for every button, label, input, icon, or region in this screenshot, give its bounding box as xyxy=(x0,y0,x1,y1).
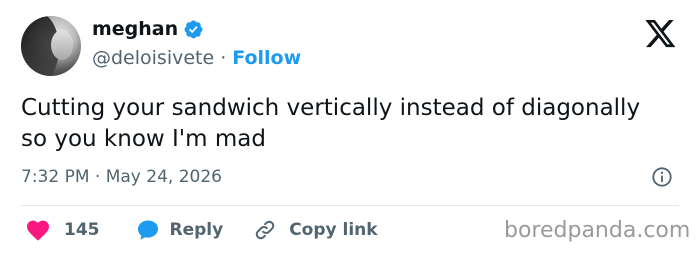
author-handle-row: @deloisivete · Follow xyxy=(92,47,301,69)
tweet-text: Cutting your sandwich vertically instead… xyxy=(21,95,641,152)
follow-button[interactable]: Follow xyxy=(232,47,301,69)
chat-bubble-icon xyxy=(137,220,158,240)
heart-icon xyxy=(27,220,49,241)
reply-label: Reply xyxy=(169,220,224,240)
avatar[interactable] xyxy=(21,16,81,76)
x-logo-icon[interactable] xyxy=(644,20,677,50)
handle-separator: · xyxy=(220,47,227,69)
copy-link-label: Copy link xyxy=(289,220,378,240)
author-name-row: meghan xyxy=(92,18,204,40)
like-button[interactable]: 145 xyxy=(26,219,100,241)
author-handle[interactable]: @deloisivete xyxy=(92,47,214,69)
avatar-face xyxy=(51,30,73,60)
divider xyxy=(21,205,679,206)
link-icon xyxy=(255,220,275,240)
action-bar: 145 Reply Copy link xyxy=(26,218,378,242)
like-count: 145 xyxy=(64,220,100,240)
copy-link-button[interactable]: Copy link xyxy=(253,218,378,242)
verified-badge-icon xyxy=(184,20,203,38)
tweet-timestamp[interactable]: 7:32 PM · May 24, 2026 xyxy=(21,167,222,187)
reply-button[interactable]: Reply xyxy=(136,218,224,242)
watermark: boredpanda.com xyxy=(504,218,691,243)
info-icon[interactable] xyxy=(651,166,673,188)
author-name[interactable]: meghan xyxy=(92,18,178,40)
